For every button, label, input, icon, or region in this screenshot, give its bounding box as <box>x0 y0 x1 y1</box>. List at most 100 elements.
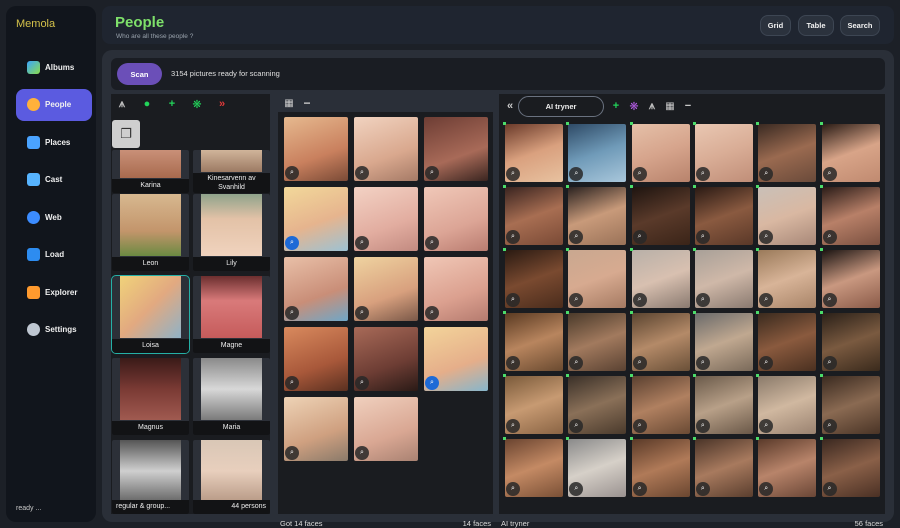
ai-face-thumbnail[interactable]: ⌕ <box>631 250 690 308</box>
ai-face-thumbnail[interactable]: ⌕ <box>694 439 753 497</box>
zoom-icon[interactable]: ⌕ <box>506 167 520 181</box>
ai-face-thumbnail[interactable]: ⌕ <box>505 313 563 371</box>
ai-face-thumbnail[interactable]: ⌕ <box>631 313 690 371</box>
zoom-icon[interactable]: ⌕ <box>822 419 837 433</box>
ai-face-thumbnail[interactable]: ⌕ <box>758 124 817 182</box>
plus-icon[interactable]: + <box>607 98 625 114</box>
face-thumbnail[interactable]: ⌕ <box>354 397 418 461</box>
zoom-icon[interactable]: ⌕ <box>569 230 584 244</box>
ai-face-thumbnail[interactable]: ⌕ <box>568 376 627 434</box>
zoom-icon[interactable]: ⌕ <box>695 419 710 433</box>
ai-face-thumbnail[interactable]: ⌕ <box>821 250 880 308</box>
zoom-icon[interactable]: ⌕ <box>822 482 837 496</box>
ai-face-thumbnail[interactable]: ⌕ <box>758 187 817 245</box>
zoom-icon[interactable]: ⌕ <box>285 376 299 390</box>
person-card[interactable]: Lily <box>193 194 270 271</box>
zoom-icon[interactable]: ⌕ <box>506 230 520 244</box>
zoom-icon[interactable]: ⌕ <box>822 293 837 307</box>
zoom-icon[interactable]: ⌕ <box>759 167 774 181</box>
network-icon[interactable]: ❋ <box>188 96 206 112</box>
zoom-icon[interactable]: ⌕ <box>822 356 837 370</box>
face-thumbnail[interactable]: ⌕ <box>424 257 488 321</box>
zoom-icon[interactable]: ⌕ <box>695 356 710 370</box>
person-card[interactable]: Karina <box>112 150 189 193</box>
zoom-icon[interactable]: ⌕ <box>285 236 299 250</box>
ai-face-thumbnail[interactable]: ⌕ <box>505 187 563 245</box>
grid-button[interactable]: Grid <box>760 15 791 36</box>
select-icon[interactable]: ▦ <box>280 95 298 111</box>
ai-face-thumbnail[interactable]: ⌕ <box>758 313 817 371</box>
ai-face-thumbnail[interactable]: ⌕ <box>505 439 563 497</box>
sidebar-item-load[interactable]: Load <box>16 239 92 271</box>
zoom-icon[interactable]: ⌕ <box>632 419 647 433</box>
ai-face-thumbnail[interactable]: ⌕ <box>631 124 690 182</box>
zoom-icon[interactable]: ⌕ <box>632 230 647 244</box>
sidebar-item-cast[interactable]: Cast <box>16 164 92 196</box>
zoom-icon[interactable]: ⌕ <box>355 236 369 250</box>
merge-icon[interactable]: ⩚ <box>113 96 131 112</box>
ai-face-thumbnail[interactable]: ⌕ <box>568 313 627 371</box>
ai-face-thumbnail[interactable]: ⌕ <box>821 439 880 497</box>
zoom-icon[interactable]: ⌕ <box>759 356 774 370</box>
zoom-icon[interactable]: ⌕ <box>425 376 439 390</box>
face-thumbnail[interactable]: ⌕ <box>284 397 348 461</box>
zoom-icon[interactable]: ⌕ <box>569 293 584 307</box>
collapse-icon[interactable]: « <box>501 98 519 114</box>
face-thumbnail[interactable]: ⌕ <box>354 187 418 251</box>
face-thumbnail[interactable]: ⌕ <box>284 117 348 181</box>
select-icon[interactable]: ▦ <box>661 98 679 114</box>
minus-icon[interactable]: − <box>298 95 316 111</box>
scan-button[interactable]: Scan <box>117 63 162 85</box>
zoom-icon[interactable]: ⌕ <box>632 482 647 496</box>
face-thumbnail[interactable]: ⌕ <box>354 327 418 391</box>
person-card-selected[interactable]: Loisa <box>111 275 190 354</box>
ai-face-thumbnail[interactable]: ⌕ <box>505 124 563 182</box>
person-card[interactable]: Maria <box>193 358 270 435</box>
ai-face-thumbnail[interactable]: ⌕ <box>821 187 880 245</box>
minus-icon[interactable]: − <box>679 98 697 114</box>
zoom-icon[interactable]: ⌕ <box>695 230 710 244</box>
zoom-icon[interactable]: ⌕ <box>355 446 369 460</box>
ai-face-thumbnail[interactable]: ⌕ <box>505 250 563 308</box>
person-card[interactable]: regular & group... <box>112 440 189 514</box>
zoom-icon[interactable]: ⌕ <box>759 230 774 244</box>
zoom-icon[interactable]: ⌕ <box>355 376 369 390</box>
face-thumbnail[interactable]: ⌕ <box>284 327 348 391</box>
ai-face-thumbnail[interactable]: ⌕ <box>758 439 817 497</box>
zoom-icon[interactable]: ⌕ <box>506 419 520 433</box>
zoom-icon[interactable]: ⌕ <box>425 166 439 180</box>
zoom-icon[interactable]: ⌕ <box>695 293 710 307</box>
ai-face-thumbnail[interactable]: ⌕ <box>758 376 817 434</box>
ai-face-thumbnail[interactable]: ⌕ <box>631 376 690 434</box>
zoom-icon[interactable]: ⌕ <box>632 356 647 370</box>
zoom-icon[interactable]: ⌕ <box>285 446 299 460</box>
ai-face-thumbnail[interactable]: ⌕ <box>568 250 627 308</box>
zoom-icon[interactable]: ⌕ <box>759 419 774 433</box>
zoom-icon[interactable]: ⌕ <box>285 166 299 180</box>
ai-face-thumbnail[interactable]: ⌕ <box>821 313 880 371</box>
person-card[interactable]: Magnus <box>112 358 189 435</box>
person-card[interactable]: Kinesarvenn av Svanhild <box>193 150 270 193</box>
ai-face-thumbnail[interactable]: ⌕ <box>758 250 817 308</box>
zoom-icon[interactable]: ⌕ <box>506 293 520 307</box>
face-thumbnail[interactable]: ⌕ <box>424 117 488 181</box>
face-thumbnail[interactable]: ⌕ <box>424 327 488 391</box>
zoom-icon[interactable]: ⌕ <box>759 293 774 307</box>
ai-face-thumbnail[interactable]: ⌕ <box>694 250 753 308</box>
zoom-icon[interactable]: ⌕ <box>632 167 647 181</box>
ai-face-thumbnail[interactable]: ⌕ <box>631 439 690 497</box>
sidebar-item-people[interactable]: People <box>16 88 92 121</box>
ai-face-thumbnail[interactable]: ⌕ <box>568 124 627 182</box>
network-icon[interactable]: ❋ <box>625 98 643 114</box>
sidebar-item-albums[interactable]: Albums <box>16 51 92 83</box>
zoom-icon[interactable]: ⌕ <box>355 166 369 180</box>
person-card[interactable]: Magne <box>193 276 270 353</box>
person-card[interactable]: 44 persons <box>193 440 270 514</box>
face-thumbnail[interactable]: ⌕ <box>354 117 418 181</box>
zoom-icon[interactable]: ⌕ <box>695 482 710 496</box>
ai-face-thumbnail[interactable]: ⌕ <box>568 187 627 245</box>
face-thumbnail[interactable]: ⌕ <box>354 257 418 321</box>
zoom-icon[interactable]: ⌕ <box>425 306 439 320</box>
ai-face-thumbnail[interactable]: ⌕ <box>505 376 563 434</box>
zoom-icon[interactable]: ⌕ <box>569 419 584 433</box>
